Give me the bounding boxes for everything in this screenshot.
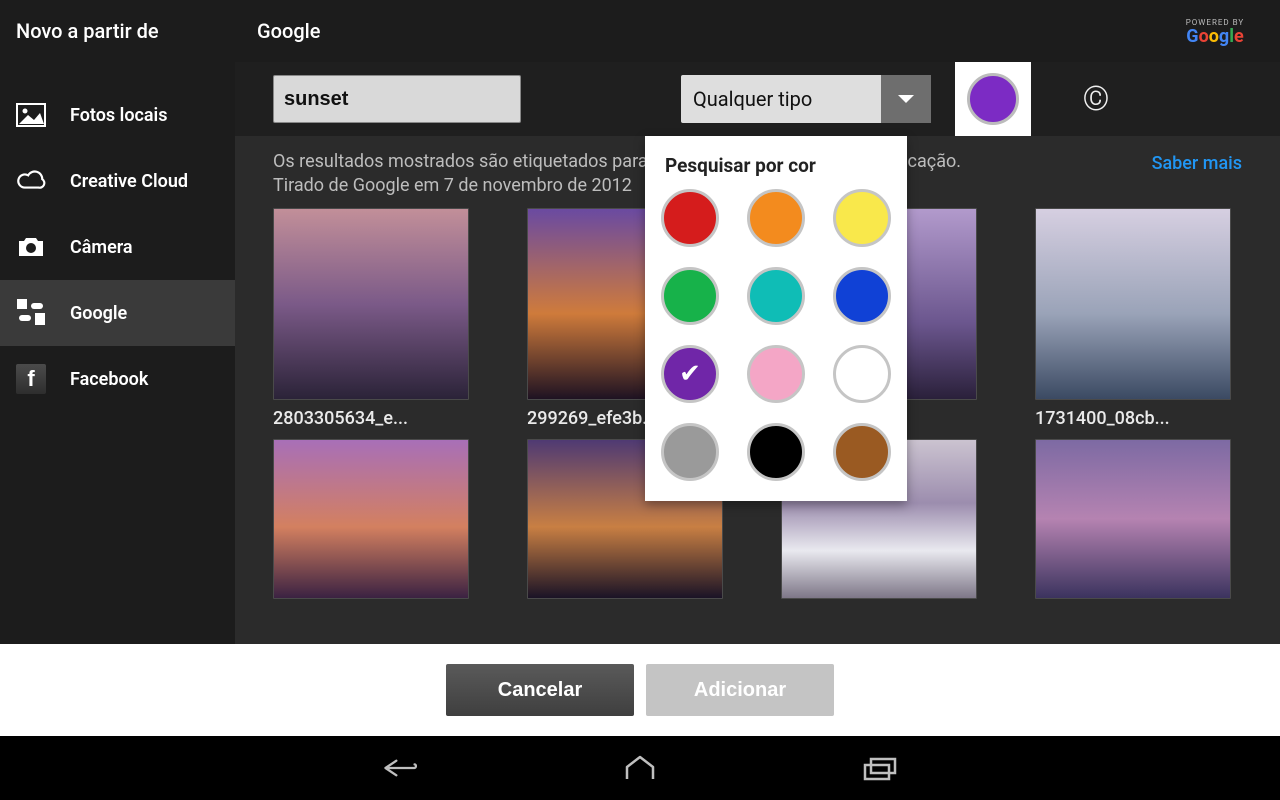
sidebar-item-camera[interactable]: Câmera bbox=[0, 214, 235, 280]
result-label: 2803305634_e... bbox=[273, 408, 469, 429]
sidebar-item-label: Fotos locais bbox=[70, 105, 168, 126]
result-cell[interactable]: 2803305634_e... bbox=[273, 208, 469, 429]
home-icon[interactable] bbox=[620, 754, 660, 782]
bottom-bar: Cancelar Adicionar bbox=[0, 644, 1280, 736]
result-cell[interactable] bbox=[1035, 439, 1231, 599]
color-swatch-pink[interactable] bbox=[747, 345, 805, 403]
sidebar-item-label: Google bbox=[70, 303, 127, 324]
back-icon[interactable] bbox=[380, 754, 420, 782]
header-left-title: Novo a partir de bbox=[0, 19, 235, 43]
color-swatch-white[interactable] bbox=[833, 345, 891, 403]
color-swatch-red[interactable] bbox=[661, 189, 719, 247]
color-swatch-orange[interactable] bbox=[747, 189, 805, 247]
color-grid: ✔ bbox=[647, 189, 905, 481]
sidebar: Fotos locais Creative Cloud Câmera Googl… bbox=[0, 62, 235, 644]
learn-more-link[interactable]: Saber mais bbox=[1152, 150, 1242, 176]
result-thumbnail bbox=[1035, 439, 1231, 599]
add-button[interactable]: Adicionar bbox=[646, 664, 834, 716]
color-filter-button[interactable] bbox=[955, 62, 1031, 136]
facebook-icon: f bbox=[16, 364, 46, 394]
color-swatch-purple[interactable]: ✔ bbox=[661, 345, 719, 403]
result-thumbnail bbox=[273, 208, 469, 400]
result-label: 1731400_08cb... bbox=[1035, 408, 1231, 429]
google-icon bbox=[16, 298, 46, 328]
color-swatch-teal[interactable] bbox=[747, 267, 805, 325]
color-swatch-green[interactable] bbox=[661, 267, 719, 325]
search-input[interactable] bbox=[273, 75, 521, 123]
sidebar-item-facebook[interactable]: f Facebook bbox=[0, 346, 235, 412]
sidebar-item-google[interactable]: Google bbox=[0, 280, 235, 346]
android-navbar bbox=[0, 736, 1280, 800]
color-swatch-black[interactable] bbox=[747, 423, 805, 481]
color-swatch-brown[interactable] bbox=[833, 423, 891, 481]
color-swatch-blue[interactable] bbox=[833, 267, 891, 325]
license-filter-button[interactable]: © bbox=[1071, 74, 1121, 124]
type-dropdown-toggle[interactable] bbox=[881, 75, 931, 123]
color-swatch-gray[interactable] bbox=[661, 423, 719, 481]
powered-by-google: POWERED BY Google bbox=[1170, 18, 1280, 45]
result-thumbnail bbox=[273, 439, 469, 599]
recents-icon[interactable] bbox=[860, 754, 900, 782]
photo-icon bbox=[16, 100, 46, 130]
camera-icon bbox=[16, 232, 46, 262]
copyright-icon: © bbox=[1082, 79, 1109, 119]
color-swatch-yellow[interactable] bbox=[833, 189, 891, 247]
result-cell[interactable] bbox=[273, 439, 469, 599]
selected-color-swatch bbox=[967, 73, 1019, 125]
google-logo: Google bbox=[1186, 29, 1243, 45]
color-popup-title: Pesquisar por cor bbox=[647, 154, 905, 189]
app-root: Novo a partir de Google POWERED BY Googl… bbox=[0, 0, 1280, 800]
creative-cloud-icon bbox=[16, 166, 46, 196]
color-popup: Pesquisar por cor ✔ bbox=[645, 136, 907, 501]
type-dropdown-label: Qualquer tipo bbox=[681, 75, 881, 123]
main: Qualquer tipo © Os resultados mostrados … bbox=[235, 62, 1280, 644]
check-icon: ✔ bbox=[679, 359, 701, 389]
sidebar-item-label: Câmera bbox=[70, 237, 133, 258]
sidebar-item-creative-cloud[interactable]: Creative Cloud bbox=[0, 148, 235, 214]
body: Fotos locais Creative Cloud Câmera Googl… bbox=[0, 62, 1280, 644]
result-thumbnail bbox=[1035, 208, 1231, 400]
sidebar-item-local-photos[interactable]: Fotos locais bbox=[0, 82, 235, 148]
cancel-button[interactable]: Cancelar bbox=[446, 664, 634, 716]
sidebar-item-label: Creative Cloud bbox=[70, 171, 188, 192]
result-cell[interactable]: 1731400_08cb... bbox=[1035, 208, 1231, 429]
chevron-down-icon bbox=[898, 95, 914, 103]
header: Novo a partir de Google POWERED BY Googl… bbox=[0, 0, 1280, 62]
sidebar-item-label: Facebook bbox=[70, 369, 148, 390]
header-source-title: Google bbox=[235, 19, 1170, 43]
type-dropdown[interactable]: Qualquer tipo bbox=[681, 75, 931, 123]
search-bar: Qualquer tipo © bbox=[235, 62, 1280, 136]
